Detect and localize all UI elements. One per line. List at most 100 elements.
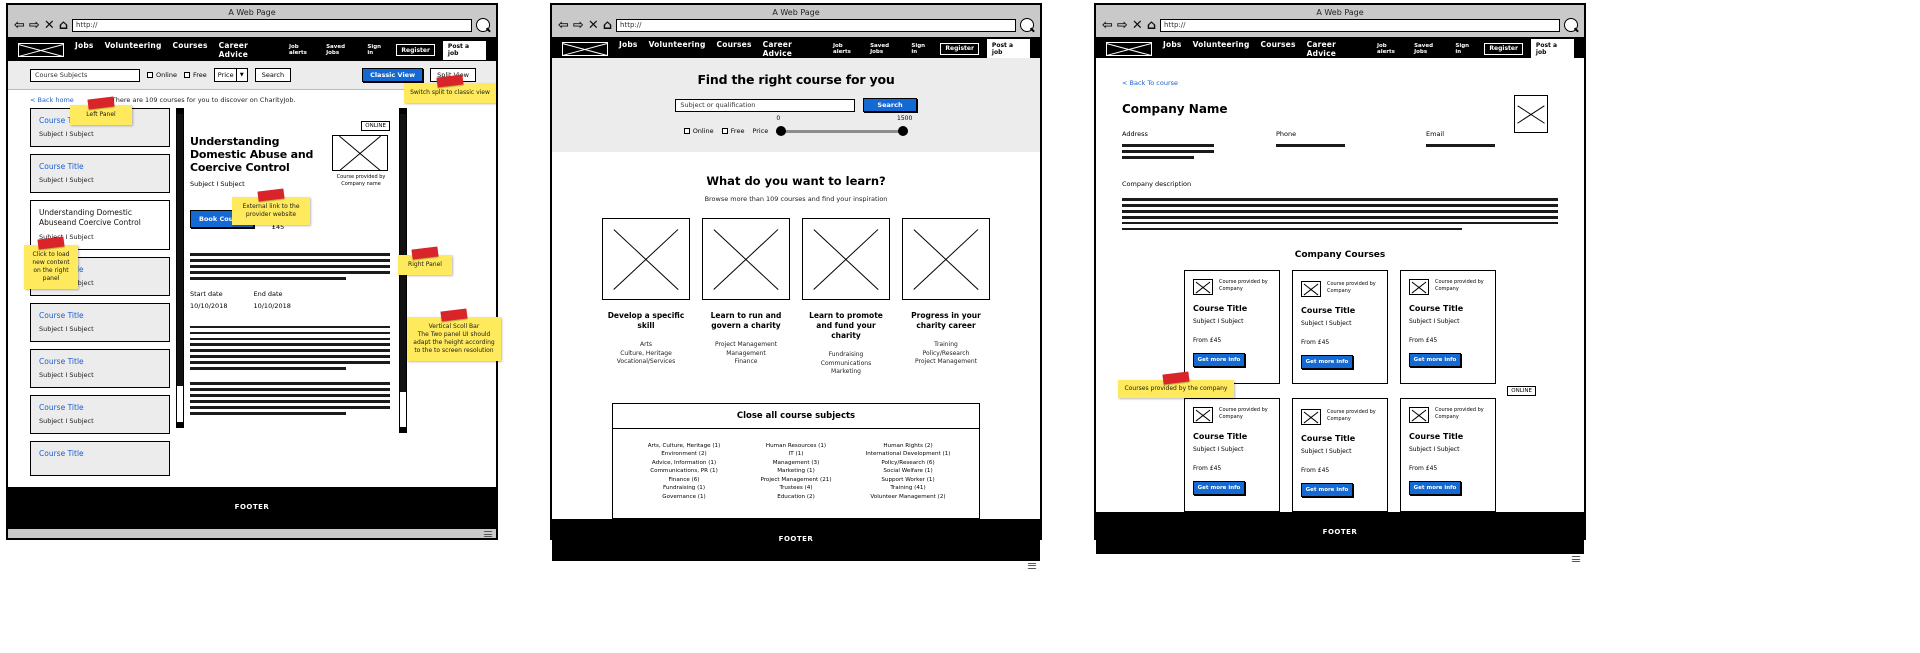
resize-grip-icon[interactable] <box>483 531 493 538</box>
subject-item[interactable]: Social Welfare (1) <box>865 467 951 476</box>
search-icon[interactable] <box>1564 18 1578 32</box>
subject-item[interactable]: Human Rights (2) <box>865 442 951 451</box>
nav-item-courses[interactable]: Courses <box>173 41 208 59</box>
subject-item[interactable]: Communications, PR (1) <box>641 467 727 476</box>
site-logo[interactable] <box>18 43 64 57</box>
course-card[interactable]: Course provided by Company Course Title … <box>1400 398 1496 513</box>
nav-item-career-advice[interactable]: Career Advice <box>1307 40 1366 58</box>
close-icon[interactable]: ✕ <box>588 19 599 32</box>
list-item[interactable]: Course Title Subject I Subject <box>30 395 170 434</box>
subject-item[interactable]: Training (41) <box>865 484 951 493</box>
home-icon[interactable]: ⌂ <box>1147 19 1156 32</box>
left-panel-scrollbar[interactable] <box>176 108 184 428</box>
subject-item[interactable]: Human Resources (1) <box>753 442 839 451</box>
learn-link[interactable]: Marketing <box>802 368 890 377</box>
nav-sign-in[interactable]: Sign in <box>367 44 388 56</box>
register-button[interactable]: Register <box>396 44 435 56</box>
subject-item[interactable]: Environment (2) <box>641 450 727 459</box>
nav-saved-jobs[interactable]: Saved Jobs <box>326 44 359 56</box>
nav-saved-jobs[interactable]: Saved Jobs <box>1414 43 1447 55</box>
learn-card-links[interactable]: Training Policy/Research Project Managem… <box>902 341 990 367</box>
subject-item[interactable]: IT (1) <box>753 450 839 459</box>
nav-item-courses[interactable]: Courses <box>1261 40 1296 58</box>
forward-arrow-icon[interactable]: ⇨ <box>29 19 40 32</box>
get-more-info-button[interactable]: Get more info <box>1193 481 1245 496</box>
all-subjects-heading[interactable]: Close all course subjects <box>613 404 979 429</box>
course-card[interactable]: Course provided by Company Course Title … <box>1184 398 1280 513</box>
classic-view-button[interactable]: Classic View <box>362 68 424 82</box>
search-button[interactable]: Search <box>254 68 292 82</box>
subject-item[interactable]: Finance (6) <box>641 476 727 485</box>
nav-item-jobs[interactable]: Jobs <box>1163 40 1182 58</box>
learn-link[interactable]: Culture, Heritage <box>602 350 690 359</box>
learn-card[interactable]: Learn to run and govern a charity Projec… <box>702 218 790 377</box>
nav-item-career-advice[interactable]: Career Advice <box>219 41 278 59</box>
back-to-course-link[interactable]: < Back To course <box>1122 79 1178 87</box>
subject-item[interactable]: Trustees (4) <box>753 484 839 493</box>
nav-job-alerts[interactable]: Job alerts <box>833 43 862 55</box>
home-icon[interactable]: ⌂ <box>603 19 612 32</box>
nav-saved-jobs[interactable]: Saved Jobs <box>870 43 903 55</box>
nav-item-jobs[interactable]: Jobs <box>75 41 94 59</box>
search-icon[interactable] <box>476 18 490 32</box>
nav-item-volunteering[interactable]: Volunteering <box>105 41 162 59</box>
register-button[interactable]: Register <box>1484 42 1523 55</box>
learn-card[interactable]: Develop a specific skill Arts Culture, H… <box>602 218 690 377</box>
close-icon[interactable]: ✕ <box>1132 19 1143 32</box>
nav-item-jobs[interactable]: Jobs <box>619 40 638 58</box>
nav-item-career-advice[interactable]: Career Advice <box>763 40 822 58</box>
price-select[interactable]: Price ▼ <box>213 68 248 82</box>
subject-item[interactable]: International Development (1) <box>865 450 951 459</box>
subject-item[interactable]: Governance (1) <box>641 493 727 502</box>
get-more-info-button[interactable]: Get more info <box>1409 353 1461 368</box>
hero-search-button[interactable]: Search <box>863 98 917 112</box>
resize-grip-icon[interactable] <box>1571 556 1581 563</box>
subject-item[interactable]: Marketing (1) <box>753 467 839 476</box>
subject-item[interactable]: Education (2) <box>753 493 839 502</box>
subject-item[interactable]: Arts, Culture, Heritage (1) <box>641 442 727 451</box>
learn-link[interactable]: Vocational/Services <box>602 358 690 367</box>
learn-link[interactable]: Arts <box>602 341 690 350</box>
nav-job-alerts[interactable]: Job alerts <box>289 44 318 56</box>
subject-item[interactable]: Volunteer Management (2) <box>865 493 951 502</box>
forward-arrow-icon[interactable]: ⇨ <box>573 19 584 32</box>
subject-item[interactable]: Policy/Research (6) <box>865 459 951 468</box>
learn-link[interactable]: Management <box>702 350 790 359</box>
price-range-slider[interactable]: 0 1500 <box>776 115 912 136</box>
nav-job-alerts[interactable]: Job alerts <box>1377 43 1406 55</box>
list-item[interactable]: Course Title Subject I Subject <box>30 154 170 193</box>
resize-grip-icon[interactable] <box>1027 562 1037 570</box>
back-arrow-icon[interactable]: ⇦ <box>1102 19 1113 32</box>
learn-card-links[interactable]: Project Management Management Finance <box>702 341 790 367</box>
list-item[interactable]: Course Title <box>30 441 170 476</box>
course-card[interactable]: Course provided by Company Course Title … <box>1292 398 1388 513</box>
course-subjects-input[interactable]: Course Subjects <box>30 68 140 82</box>
learn-link[interactable]: Project Management <box>902 358 990 367</box>
subject-item[interactable]: Support Worker (1) <box>865 476 951 485</box>
online-checkbox[interactable]: Online <box>147 71 177 79</box>
slider-knob-max[interactable] <box>898 126 909 136</box>
learn-card-links[interactable]: Arts Culture, Heritage Vocational/Servic… <box>602 341 690 367</box>
free-checkbox[interactable]: Free <box>183 71 207 79</box>
nav-sign-in[interactable]: Sign in <box>1455 43 1476 55</box>
course-card[interactable]: Course provided by Company Course Title … <box>1292 270 1388 385</box>
free-checkbox[interactable]: Free <box>721 127 744 135</box>
list-item[interactable]: Course Title Subject I Subject <box>30 303 170 342</box>
course-card[interactable]: Course provided by Company Course Title … <box>1184 270 1280 385</box>
site-logo[interactable] <box>562 41 608 56</box>
learn-link[interactable]: Training <box>902 341 990 350</box>
nav-item-courses[interactable]: Courses <box>717 40 752 58</box>
back-home-link[interactable]: < Back home <box>30 96 74 104</box>
subject-item[interactable]: Management (3) <box>753 459 839 468</box>
back-arrow-icon[interactable]: ⇦ <box>14 19 25 32</box>
nav-item-volunteering[interactable]: Volunteering <box>1193 40 1250 58</box>
subject-qualification-input[interactable]: Subject or qualification <box>675 98 856 112</box>
home-icon[interactable]: ⌂ <box>59 19 68 32</box>
site-logo[interactable] <box>1106 41 1152 56</box>
subject-item[interactable]: Advice, Information (1) <box>641 459 727 468</box>
post-a-job-button[interactable]: Post a job <box>986 39 1030 58</box>
learn-card-links[interactable]: Fundraising Communications Marketing <box>802 351 890 377</box>
course-card[interactable]: Course provided by Company Course Title … <box>1400 270 1496 385</box>
learn-card[interactable]: Progress in your charity career Training… <box>902 218 990 377</box>
close-icon[interactable]: ✕ <box>44 19 55 32</box>
